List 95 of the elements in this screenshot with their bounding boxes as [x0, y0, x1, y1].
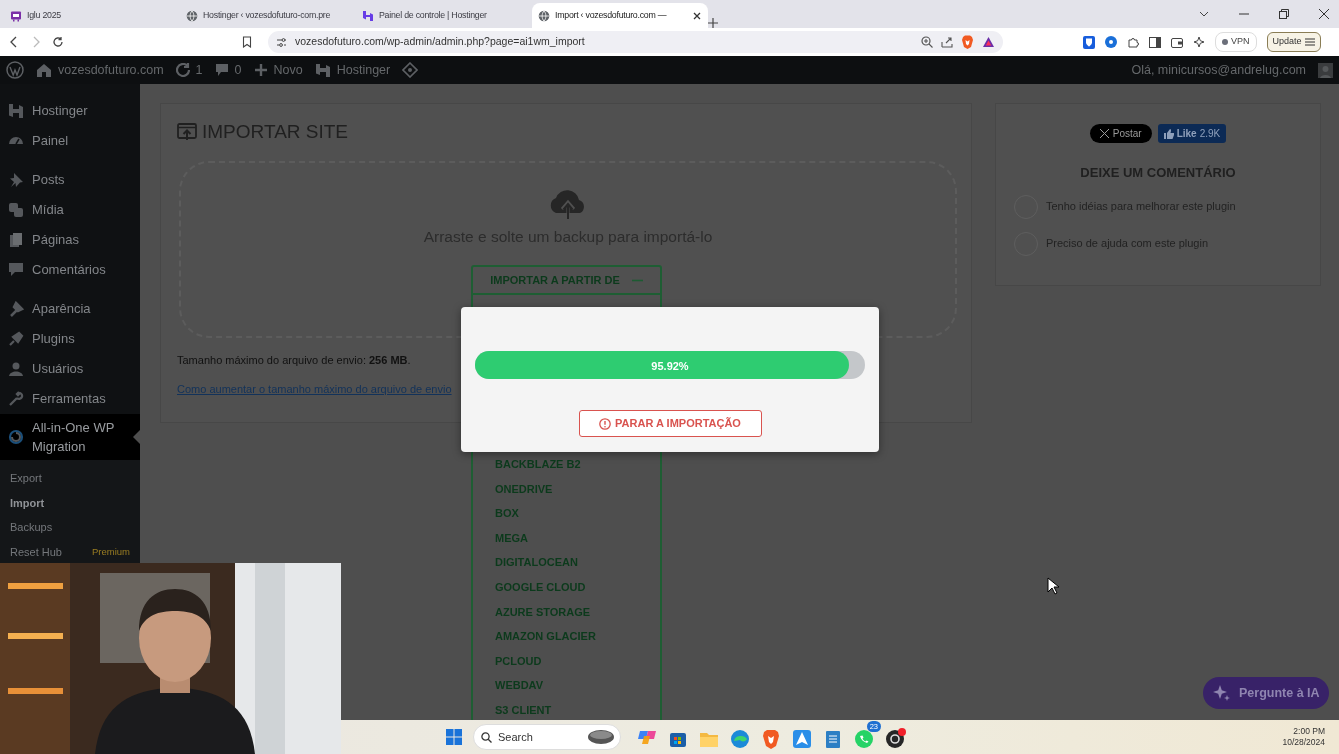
sidebar-item[interactable]: Painel: [0, 126, 140, 156]
browser-tab[interactable]: Import ‹ vozesdofuturo.com —: [532, 3, 708, 28]
search-icon: [481, 732, 492, 743]
brush-icon: [8, 301, 24, 317]
alert-icon: [599, 417, 612, 430]
sidebar-item[interactable]: Páginas: [0, 225, 140, 255]
submenu-item[interactable]: Export: [10, 470, 42, 487]
clock-date[interactable]: 10/28/2024: [1282, 737, 1325, 748]
vpn-button[interactable]: VPN: [1215, 32, 1257, 52]
hostinger-link[interactable]: Hostinger: [336, 60, 391, 80]
edge-icon[interactable]: [729, 727, 751, 750]
new-link[interactable]: Novo: [273, 60, 303, 80]
greeting-link[interactable]: Olá, minicursos@andrelug.com: [1131, 60, 1306, 80]
updates-count[interactable]: 1: [195, 60, 203, 80]
site-link[interactable]: vozesdofuturo.com: [58, 60, 164, 80]
user-icon: [8, 361, 24, 377]
refresh-icon: [175, 63, 190, 77]
sidebar-item[interactable]: Mídia: [0, 195, 140, 225]
close-icon[interactable]: [692, 10, 702, 21]
home-icon: [36, 63, 52, 77]
triangle-icon[interactable]: [982, 36, 995, 48]
browser-tab[interactable]: Iglu 2025: [4, 3, 180, 28]
bookmark-icon[interactable]: [242, 36, 252, 48]
mouse-cursor-icon: [1047, 577, 1059, 595]
browser-tab[interactable]: Painel de controle | Hostinger: [356, 3, 532, 28]
circular-logo-icon: [8, 429, 24, 445]
tune-icon[interactable]: [276, 36, 287, 48]
post-button[interactable]: Postar: [1089, 124, 1152, 143]
submenu-item[interactable]: Import: [10, 494, 45, 511]
sidebar-item[interactable]: Aparência: [0, 294, 140, 324]
like-button[interactable]: Like 2.9K: [1157, 124, 1227, 143]
logo-icon: [314, 63, 331, 77]
zoom-icon[interactable]: [921, 36, 933, 48]
restore-icon[interactable]: [1279, 9, 1289, 19]
clock-time[interactable]: 2:00 PM: [1282, 726, 1325, 737]
comment-icon: [8, 262, 24, 278]
address-bar[interactable]: vozesdofuturo.com/wp-admin/admin.php?page=ai1wm_import: [268, 31, 1003, 53]
comments-count[interactable]: 0: [234, 60, 242, 80]
ask-ai-button[interactable]: Pergunte à IA: [1203, 677, 1329, 709]
close-icon[interactable]: [1319, 9, 1329, 19]
extension-badge-icon[interactable]: [1105, 36, 1117, 48]
chat-icon[interactable]: [853, 727, 875, 750]
comment-icon: [214, 63, 229, 77]
sidebar-item[interactable]: Usuários: [0, 354, 140, 384]
max-size-text: Tamanho máximo do arquivo de envio: 256 MB.: [177, 352, 411, 368]
pages-icon: [8, 232, 24, 248]
sidebar-item[interactable]: Hostinger: [0, 96, 140, 126]
pin-icon: [8, 172, 24, 188]
sidebar-item[interactable]: Comentários: [0, 255, 140, 285]
lion-shield-icon[interactable]: [961, 35, 974, 49]
wallet-icon[interactable]: [1171, 36, 1183, 48]
avatar-icon[interactable]: [1318, 62, 1333, 78]
sidebar-item[interactable]: Plugins: [0, 324, 140, 354]
plus-icon: [253, 63, 268, 77]
lion-shield-icon[interactable]: [760, 727, 782, 750]
stop-import-button[interactable]: PARAR A IMPORTAÇÃO: [578, 410, 762, 437]
premium-label: Premium: [92, 544, 130, 559]
x-logo-icon: [1099, 129, 1109, 138]
share-icon[interactable]: [941, 36, 953, 48]
browser-tab[interactable]: Hostinger ‹ vozesdofuturo-com.pre: [180, 3, 356, 28]
wrench-icon: [8, 391, 24, 407]
menu-icon: [1304, 38, 1315, 46]
globe-icon: [538, 9, 550, 22]
wordpress-logo-icon[interactable]: [6, 61, 24, 79]
submenu-item[interactable]: Reset Hub: [10, 543, 62, 560]
sidebar-icon[interactable]: [1149, 36, 1161, 48]
disc-icon: [587, 729, 615, 745]
search-field[interactable]: Search: [473, 724, 621, 750]
diamond-icon[interactable]: [402, 62, 419, 78]
sidebar-item[interactable]: All-in-One WP Migration: [0, 414, 140, 460]
sparkle-icon[interactable]: [1193, 36, 1205, 48]
plug-icon: [8, 331, 24, 347]
url-text[interactable]: vozesdofuturo.com/wp-admin/admin.php?page=ai1wm_import: [295, 34, 913, 50]
progress-reading: 95.92%: [651, 359, 689, 374]
reload-icon[interactable]: [52, 36, 64, 48]
paper-plane-icon[interactable]: [791, 727, 813, 750]
record-icon[interactable]: [884, 727, 906, 750]
sidebar-item[interactable]: Posts: [0, 165, 140, 195]
shield-icon[interactable]: [1083, 35, 1095, 49]
submenu-item[interactable]: Backups: [10, 519, 53, 536]
update-button[interactable]: Update: [1266, 32, 1321, 52]
logo-icon: [8, 103, 24, 119]
puzzle-icon[interactable]: [1127, 36, 1139, 48]
thumbs-up-icon: [1163, 128, 1174, 139]
new-tab-icon[interactable]: [708, 18, 718, 28]
dot-icon: [1222, 39, 1228, 45]
import-icon: [177, 123, 197, 142]
chevron-down-icon[interactable]: [1199, 11, 1209, 17]
logo-icon: [362, 9, 374, 22]
media-icon: [8, 202, 24, 218]
sidebar-item[interactable]: Ferramentas: [0, 384, 140, 414]
menu-pointer: [133, 430, 140, 444]
sparkle-icon: [1213, 684, 1231, 702]
globe-icon: [186, 9, 198, 22]
calendar-icon: [10, 9, 22, 22]
